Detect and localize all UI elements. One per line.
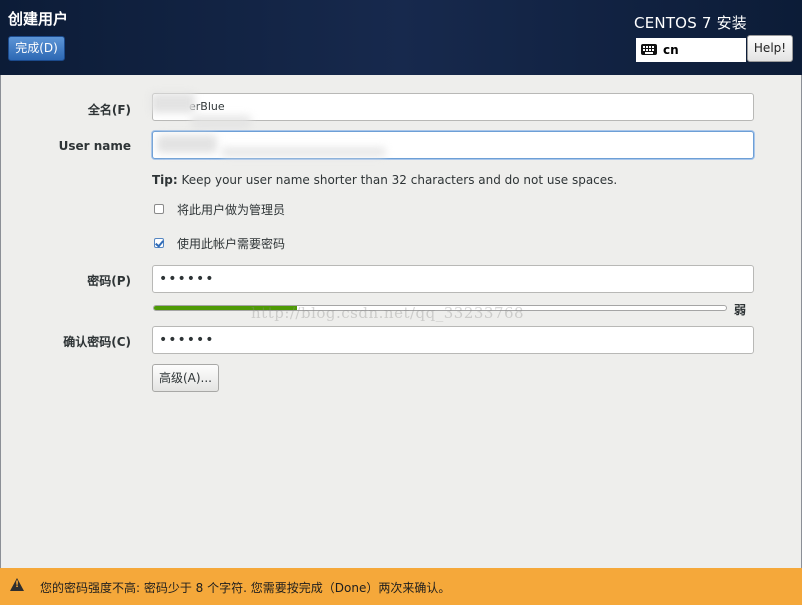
password-strength-fill [154, 306, 297, 310]
password-label: 密码(P) [87, 274, 131, 288]
require-password-checkbox[interactable] [154, 238, 164, 248]
confirm-password-field[interactable]: •••••• [152, 326, 754, 354]
warning-icon [10, 578, 24, 591]
user-form: 全名(F) erBlue User name Tip: Keep your us… [0, 75, 802, 568]
admin-checkbox[interactable] [154, 204, 164, 214]
username-tip: Tip: Keep your user name shorter than 32… [152, 173, 617, 187]
username-label: User name [58, 139, 131, 153]
password-field[interactable]: •••••• [152, 265, 754, 293]
redaction-blur [221, 147, 386, 157]
advanced-button[interactable]: 高级(A)... [152, 364, 219, 392]
product-title: CENTOS 7 安装 [634, 14, 747, 32]
keyboard-layout-indicator[interactable]: cn [636, 38, 746, 62]
password-strength-label: 弱 [734, 303, 747, 317]
require-password-label: 使用此帐户需要密码 [177, 237, 286, 251]
help-button[interactable]: Help! [747, 35, 793, 62]
redaction-blur [157, 135, 217, 153]
header-bar: 创建用户 完成(D) CENTOS 7 安装 cn Help! [0, 0, 802, 75]
admin-checkbox-label: 将此用户做为管理员 [177, 203, 286, 217]
tip-prefix: Tip: [152, 173, 178, 187]
done-button[interactable]: 完成(D) [8, 36, 65, 61]
fullname-label: 全名(F) [87, 103, 131, 117]
keyboard-layout-label: cn [663, 43, 679, 57]
page-title: 创建用户 [8, 10, 69, 28]
confirm-password-label: 确认密码(C) [63, 335, 131, 349]
redaction-blur [191, 115, 251, 129]
keyboard-icon [641, 44, 657, 55]
password-strength-bar [153, 305, 727, 311]
installer-window: 创建用户 完成(D) CENTOS 7 安装 cn Help! 全名(F) er… [0, 0, 802, 605]
warning-bar: 您的密码强度不高: 密码少于 8 个字符. 您需要按完成（Done）两次来确认。 [0, 568, 802, 605]
redaction-blur [151, 93, 195, 113]
warning-text: 您的密码强度不高: 密码少于 8 个字符. 您需要按完成（Done）两次来确认。 [40, 581, 451, 595]
tip-text: Keep your user name shorter than 32 char… [177, 173, 618, 187]
